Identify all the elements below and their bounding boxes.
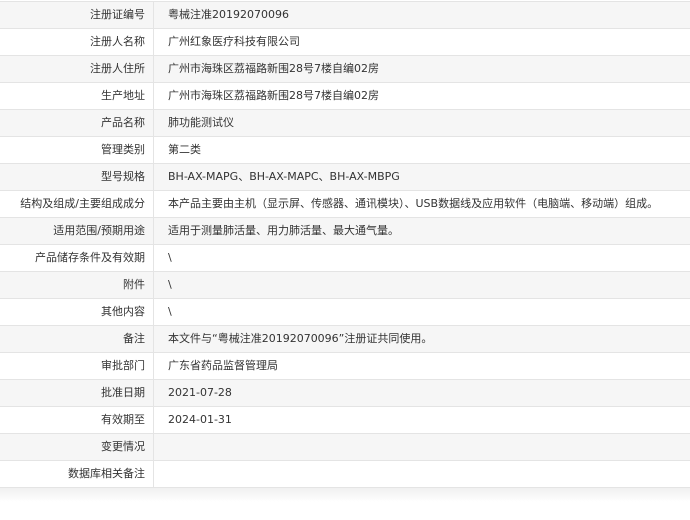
row-value-intended-use: 适用于测量肺活量、用力肺活量、最大通气量。	[168, 224, 399, 237]
row-value-model-spec: BH-AX-MAPG、BH-AX-MAPC、BH-AX-MBPG	[168, 170, 400, 183]
registration-detail-table: 注册证编号 粤械注准20192070096 注册人名称 广州红象医疗科技有限公司…	[0, 1, 690, 488]
row-label-structure-composition: 结构及组成/主要组成成分	[0, 191, 154, 217]
row-value-remarks: 本文件与“粤械注准20192070096”注册证共同使用。	[168, 332, 433, 345]
table-row: 批准日期 2021-07-28	[0, 380, 690, 407]
table-row: 产品储存条件及有效期 \	[0, 245, 690, 272]
row-value-storage-validity: \	[168, 251, 172, 264]
row-label-product-name: 产品名称	[0, 110, 154, 136]
table-row: 其他内容 \	[0, 299, 690, 326]
row-label-registrant-address: 注册人住所	[0, 56, 154, 82]
row-value-production-address: 广州市海珠区荔福路新围28号7楼自编02房	[168, 89, 379, 102]
row-label-remarks: 备注	[0, 326, 154, 352]
row-label-attachment: 附件	[0, 272, 154, 298]
row-value-registrant-address: 广州市海珠区荔福路新围28号7楼自编02房	[168, 62, 379, 75]
table-row: 审批部门 广东省药品监督管理局	[0, 353, 690, 380]
row-label-other-content: 其他内容	[0, 299, 154, 325]
table-row: 生产地址 广州市海珠区荔福路新围28号7楼自编02房	[0, 83, 690, 110]
table-row: 管理类别 第二类	[0, 137, 690, 164]
table-row: 适用范围/预期用途 适用于测量肺活量、用力肺活量、最大通气量。	[0, 218, 690, 245]
row-label-database-notes: 数据库相关备注	[0, 461, 154, 487]
row-label-valid-until: 有效期至	[0, 407, 154, 433]
footer-divider	[0, 488, 690, 502]
row-value-product-name: 肺功能测试仪	[168, 116, 234, 129]
row-label-change-status: 变更情况	[0, 434, 154, 460]
row-label-registration-number: 注册证编号	[0, 2, 154, 28]
row-value-other-content: \	[168, 305, 172, 318]
row-value-attachment: \	[168, 278, 172, 291]
row-value-change-status	[154, 434, 690, 460]
table-row: 注册人名称 广州红象医疗科技有限公司	[0, 29, 690, 56]
table-row: 注册证编号 粤械注准20192070096	[0, 2, 690, 29]
row-label-model-spec: 型号规格	[0, 164, 154, 190]
table-row: 注册人住所 广州市海珠区荔福路新围28号7楼自编02房	[0, 56, 690, 83]
row-value-approval-date: 2021-07-28	[168, 386, 232, 399]
row-value-registration-number: 粤械注准20192070096	[168, 8, 289, 21]
row-value-database-notes	[154, 461, 690, 487]
table-row: 备注 本文件与“粤械注准20192070096”注册证共同使用。	[0, 326, 690, 353]
row-value-registrant-name: 广州红象医疗科技有限公司	[168, 35, 300, 48]
row-label-approval-date: 批准日期	[0, 380, 154, 406]
row-value-management-category: 第二类	[168, 143, 201, 156]
row-label-management-category: 管理类别	[0, 137, 154, 163]
row-label-approval-department: 审批部门	[0, 353, 154, 379]
table-row: 附件 \	[0, 272, 690, 299]
row-label-storage-validity: 产品储存条件及有效期	[0, 245, 154, 271]
table-row: 有效期至 2024-01-31	[0, 407, 690, 434]
table-row: 结构及组成/主要组成成分 本产品主要由主机（显示屏、传感器、通讯模块）、USB数…	[0, 191, 690, 218]
row-label-intended-use: 适用范围/预期用途	[0, 218, 154, 244]
table-row: 型号规格 BH-AX-MAPG、BH-AX-MAPC、BH-AX-MBPG	[0, 164, 690, 191]
row-value-approval-department: 广东省药品监督管理局	[168, 359, 278, 372]
row-label-registrant-name: 注册人名称	[0, 29, 154, 55]
table-row: 变更情况	[0, 434, 690, 461]
table-row: 数据库相关备注	[0, 461, 690, 488]
table-row: 产品名称 肺功能测试仪	[0, 110, 690, 137]
row-value-structure-composition: 本产品主要由主机（显示屏、传感器、通讯模块）、USB数据线及应用软件（电脑端、移…	[168, 197, 659, 210]
row-label-production-address: 生产地址	[0, 83, 154, 109]
row-value-valid-until: 2024-01-31	[168, 413, 232, 426]
